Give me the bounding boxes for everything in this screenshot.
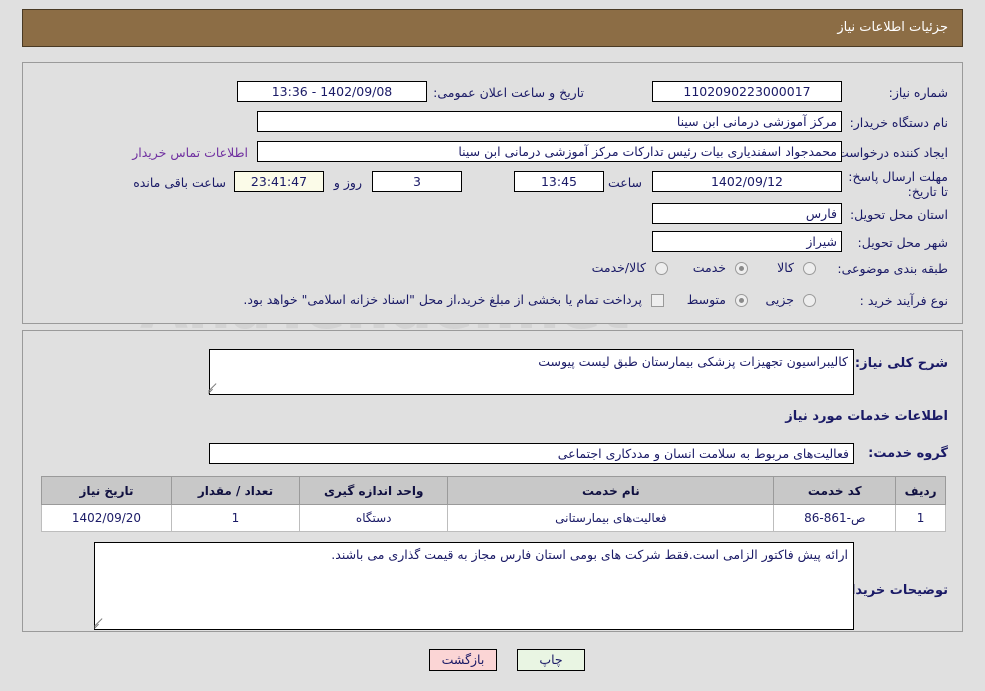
cell-need-date: 1402/09/20 xyxy=(41,504,172,532)
deadline-date-value: 1402/09/12 xyxy=(652,171,842,192)
countdown-value: 23:41:47 xyxy=(234,171,324,192)
buyer-notes-textarea[interactable]: ارائه پیش فاکتور الزامی است.فقط شرکت های… xyxy=(94,542,854,630)
city-label: شهر محل تحویل: xyxy=(857,235,948,250)
th-need-date: تاریخ نیاز xyxy=(41,476,172,505)
general-desc-label: شرح کلی نیاز: xyxy=(854,356,948,371)
hour-label: ساعت xyxy=(607,175,642,190)
th-unit: واحد اندازه گیری xyxy=(298,476,449,505)
process-type-label: نوع فرآیند خرید : xyxy=(859,293,948,308)
public-announce-label: تاریخ و ساعت اعلان عمومی: xyxy=(433,85,584,100)
treasury-bonds-checkbox[interactable] xyxy=(651,294,664,307)
cell-service-name: فعالیت‌های بیمارستانی xyxy=(447,504,775,532)
services-table: ردیف کد خدمت نام خدمت واحد اندازه گیری ت… xyxy=(41,476,946,532)
radio-category-khedmat[interactable] xyxy=(735,262,748,275)
city-value: شیراز xyxy=(652,231,842,252)
table-row: 1 ص-861-86 فعالیت‌های بیمارستانی دستگاه … xyxy=(41,504,946,532)
buyer-org-label: نام دستگاه خریدار: xyxy=(849,115,948,130)
radio-process-motevaset[interactable] xyxy=(735,294,748,307)
treasury-bonds-label: پرداخت تمام یا بخشی از مبلغ خرید،از محل … xyxy=(243,292,642,307)
general-desc-textarea[interactable]: کالیبراسیون تجهیزات پزشکی بیمارستان طبق … xyxy=(209,349,854,395)
radio-category-kala[interactable] xyxy=(803,262,816,275)
radio-category-kala-khedmat[interactable] xyxy=(655,262,668,275)
category-label: طبقه بندی موضوعی: xyxy=(837,261,948,276)
th-service-name: نام خدمت xyxy=(447,476,775,505)
category-option-kala-khedmat-label: کالا/خدمت xyxy=(591,260,646,275)
remaining-days-value: 3 xyxy=(372,171,462,192)
buyer-notes-label: توضیحات خریدار: xyxy=(838,583,948,598)
public-announce-value: 1402/09/08 - 13:36 xyxy=(237,81,427,102)
province-value: فارس xyxy=(652,203,842,224)
need-number-value: 1102090223000017 xyxy=(652,81,842,102)
cell-unit: دستگاه xyxy=(298,504,449,532)
page-header-bar: جزئیات اطلاعات نیاز xyxy=(22,9,963,47)
table-header-row: ردیف کد خدمت نام خدمت واحد اندازه گیری ت… xyxy=(41,476,946,505)
category-option-khedmat-label: خدمت xyxy=(692,260,726,275)
th-service-code: کد خدمت xyxy=(773,476,897,505)
th-row-no: ردیف xyxy=(895,476,946,505)
buyer-org-value: مرکز آموزشی درمانی ابن سینا xyxy=(257,111,842,132)
requester-value: محمدجواد اسفندیاری بیات رئیس تدارکات مرک… xyxy=(257,141,842,162)
province-label: استان محل تحویل: xyxy=(849,207,948,222)
print-button[interactable]: چاپ xyxy=(517,649,585,671)
radio-process-jozii[interactable] xyxy=(803,294,816,307)
category-option-kala-label: کالا xyxy=(777,260,794,275)
process-option-motevaset-label: متوسط xyxy=(686,292,726,307)
process-option-jozii-label: جزیی xyxy=(765,292,794,307)
service-group-label: گروه خدمت: xyxy=(868,446,948,461)
need-summary-panel: شماره نیاز: 1102090223000017 تاریخ و ساع… xyxy=(22,62,963,324)
remaining-hours-label: ساعت باقی مانده xyxy=(133,175,226,190)
need-number-label: شماره نیاز: xyxy=(888,85,948,100)
services-info-heading: اطلاعات خدمات مورد نیاز xyxy=(785,409,948,424)
cell-quantity: 1 xyxy=(170,504,300,532)
deadline-label: مهلت ارسال پاسخ: تا تاریخ: xyxy=(848,169,948,199)
th-quantity: تعداد / مقدار xyxy=(170,476,300,505)
back-button[interactable]: بازگشت xyxy=(429,649,497,671)
remaining-days-label: روز و xyxy=(333,175,362,190)
service-group-value: فعالیت‌های مربوط به سلامت انسان و مددکار… xyxy=(209,443,854,464)
page-title: جزئیات اطلاعات نیاز xyxy=(837,20,948,35)
deadline-time-value: 13:45 xyxy=(514,171,604,192)
cell-row-no: 1 xyxy=(895,504,946,532)
requester-label: ایجاد کننده درخواست: xyxy=(832,145,948,160)
cell-service-code: ص-861-86 xyxy=(773,504,897,532)
buyer-contact-link[interactable]: اطلاعات تماس خریدار xyxy=(132,145,248,160)
need-details-panel: شرح کلی نیاز: کالیبراسیون تجهیزات پزشکی … xyxy=(22,330,963,632)
